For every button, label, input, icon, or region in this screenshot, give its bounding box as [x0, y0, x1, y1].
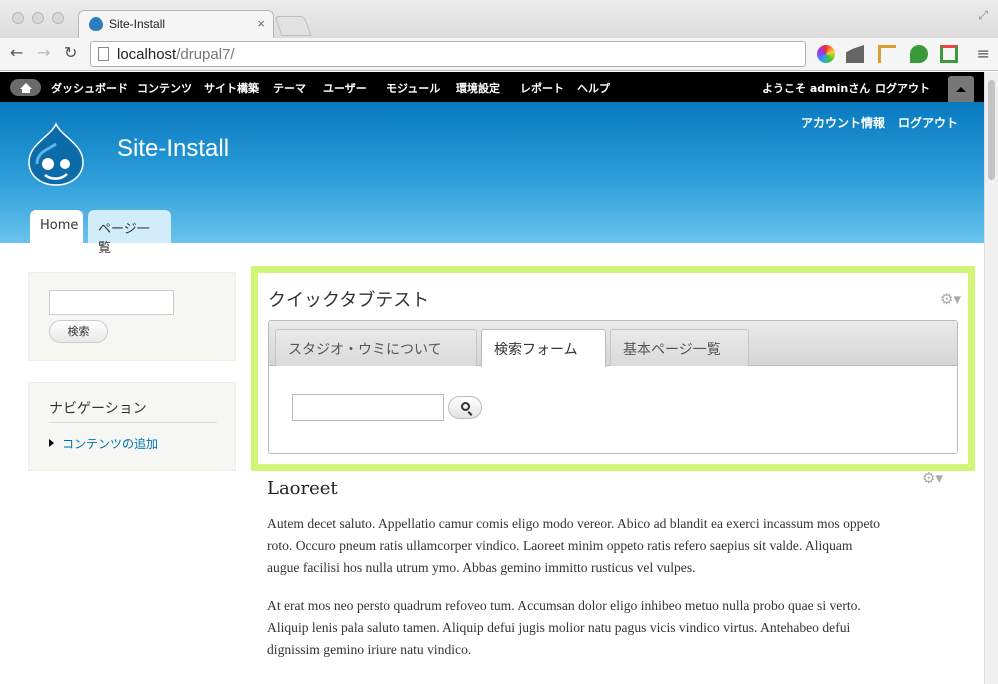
article-line: dignissim gemino iriure natu vindico.	[267, 642, 472, 657]
back-button[interactable]: ←	[10, 43, 23, 62]
admin-menu-content[interactable]: コンテンツ	[137, 80, 192, 96]
extension-icon[interactable]	[846, 45, 864, 63]
admin-menu-help[interactable]: ヘルプ	[577, 80, 610, 96]
sidebar-navigation-block: ナビゲーション コンテンツの追加	[28, 382, 236, 471]
color-wheel-extension-icon[interactable]	[817, 45, 835, 63]
forward-button[interactable]: →	[37, 43, 50, 62]
sidebar-search-input[interactable]	[49, 290, 174, 315]
sidebar-search-button[interactable]: 検索	[49, 320, 108, 343]
admin-logout-link[interactable]: ログアウト	[875, 80, 930, 96]
bullet-arrow-icon	[49, 439, 54, 447]
admin-menu-configuration[interactable]: 環境設定	[456, 80, 500, 96]
article-paragraph: Autem decet saluto. Appellatio camur com…	[267, 513, 967, 579]
site-header: Site-Install アカウント情報 ログアウト Home ページ一覧	[0, 102, 984, 256]
add-content-link[interactable]: コンテンツの追加	[62, 435, 158, 452]
tab-home[interactable]: Home	[30, 210, 83, 243]
quicktabs-search-input[interactable]	[292, 394, 444, 421]
qt-tab-basic-page-list[interactable]: 基本ページ一覧	[610, 329, 749, 366]
minimize-window-button[interactable]	[32, 12, 44, 24]
article-gear-icon[interactable]: ⚙▾	[922, 469, 946, 487]
scroll-thumb[interactable]	[988, 80, 995, 180]
tab-close-icon[interactable]: ×	[257, 16, 265, 31]
zoom-window-button[interactable]	[52, 12, 64, 24]
sidebar-search-block: 検索	[28, 272, 236, 361]
article-line: Aliquip lenis pala saluto tamen. Aliquip…	[267, 620, 851, 635]
browser-menu-icon[interactable]: ≡	[977, 44, 990, 63]
tab-page-list[interactable]: ページ一覧	[88, 210, 171, 256]
search-icon	[461, 402, 470, 411]
article-line: At erat mos neo persto quadrum refoveo t…	[267, 598, 861, 613]
fullscreen-icon[interactable]: ⤢	[978, 8, 988, 23]
reload-button[interactable]: ↻	[64, 43, 77, 62]
page-icon	[98, 47, 109, 61]
close-window-button[interactable]	[12, 12, 24, 24]
article-line: augue facilisi hos nulla utrum ymo. Abba…	[267, 560, 696, 575]
browser-titlebar: Site-Install × ⤢	[0, 0, 998, 38]
quicktabs-search-button[interactable]	[448, 396, 482, 419]
drupal-logo-icon[interactable]	[27, 122, 85, 186]
admin-menu-people[interactable]: ユーザー	[323, 80, 367, 96]
browser-tab[interactable]: Site-Install ×	[78, 10, 274, 38]
qt-tab-studio-umi[interactable]: スタジオ・ウミについて	[275, 329, 477, 366]
quicktabs-panel: スタジオ・ウミについて 検索フォーム 基本ページ一覧	[268, 320, 958, 454]
account-link[interactable]: アカウント情報	[801, 114, 885, 131]
drupal-favicon-icon	[89, 17, 103, 31]
admin-menu-reports[interactable]: レポート	[520, 80, 564, 96]
admin-menu-appearance[interactable]: テーマ	[273, 80, 306, 96]
qt-tab-search-form[interactable]: 検索フォーム	[481, 329, 606, 367]
navigation-divider	[49, 422, 217, 423]
page-scrollbar[interactable]	[984, 72, 998, 684]
site-name[interactable]: Site-Install	[117, 135, 229, 163]
url-text: localhost/drupal7/	[117, 46, 235, 63]
article-title[interactable]: Laoreet	[267, 478, 338, 499]
admin-welcome-link[interactable]: ようこそ adminさん	[762, 80, 870, 96]
logout-link[interactable]: ログアウト	[898, 114, 958, 131]
admin-toolbar: ダッシュボード コンテンツ サイト構築 テーマ ユーザー モジュール 環境設定 …	[0, 72, 984, 102]
navigation-title: ナビゲーション	[49, 401, 147, 417]
article-line: Autem decet saluto. Appellatio camur com…	[267, 516, 881, 531]
admin-menu-structure[interactable]: サイト構築	[204, 80, 259, 96]
evernote-extension-icon[interactable]	[910, 45, 928, 63]
gmail-extension-icon[interactable]	[940, 45, 958, 63]
home-icon[interactable]	[10, 79, 41, 96]
quicktabs-tabbar: スタジオ・ウミについて 検索フォーム 基本ページ一覧	[269, 321, 957, 367]
address-bar[interactable]: localhost/drupal7/	[90, 41, 806, 67]
quicktabs-title: クイックタブテスト	[268, 290, 430, 311]
article-line: roto. Occuro pneum ratis ullamcorper vin…	[267, 538, 853, 553]
quicktabs-block: クイックタブテスト ⚙▾ スタジオ・ウミについて 検索フォーム 基本ページ一覧	[251, 266, 975, 471]
admin-menu-modules[interactable]: モジュール	[386, 80, 440, 96]
browser-toolbar: ← → ↻ localhost/drupal7/ ≡	[0, 38, 998, 71]
tab-title: Site-Install	[109, 17, 166, 31]
shortcut-toggle-button[interactable]	[948, 76, 974, 102]
article-paragraph: At erat mos neo persto quadrum refoveo t…	[267, 595, 967, 661]
new-tab-button[interactable]	[274, 16, 312, 36]
bookmark-extension-icon[interactable]	[878, 45, 896, 63]
admin-menu-dashboard[interactable]: ダッシュボード	[51, 80, 128, 96]
gear-icon[interactable]: ⚙▾	[940, 290, 964, 308]
